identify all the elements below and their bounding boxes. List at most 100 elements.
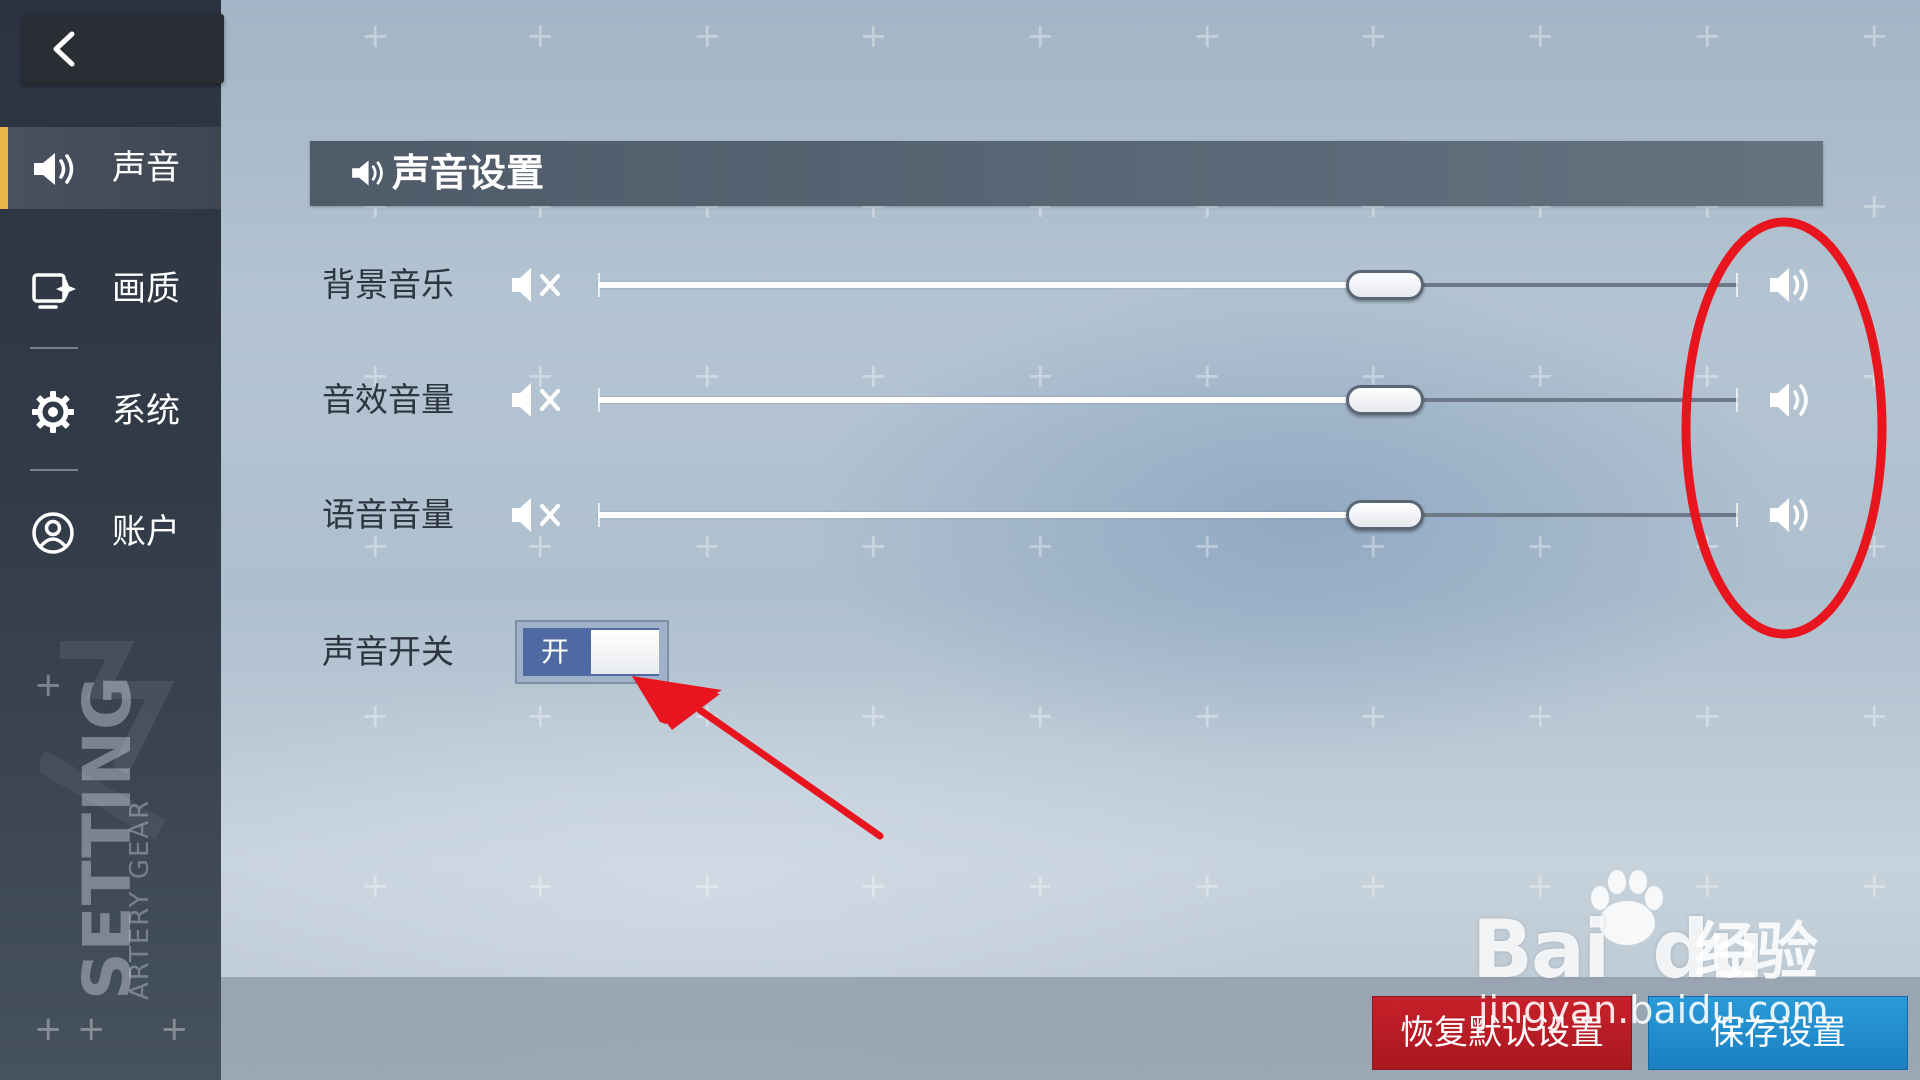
slider-track (1385, 398, 1738, 402)
decor-plus: + (361, 866, 390, 906)
decor-plus: + (1860, 356, 1889, 396)
decor-plus: + (693, 866, 722, 906)
decor-plus: + (1359, 16, 1388, 56)
slider-end-tick (1736, 388, 1738, 412)
slider-knob[interactable] (1346, 385, 1424, 415)
decor-plus: + (859, 526, 888, 566)
decor-plus: + (1359, 526, 1388, 566)
decor-plus: + (1526, 866, 1555, 906)
sidebar-divider (30, 347, 78, 349)
chevron-left-icon (53, 31, 75, 67)
slider-knob[interactable] (1346, 270, 1424, 300)
mute-icon[interactable] (510, 380, 566, 420)
decor-plus: + (1026, 696, 1055, 736)
sidebar-item-label: 账户 (112, 512, 180, 552)
sidebar-item-label: 声音 (112, 148, 180, 188)
decor-plus: + (1526, 16, 1555, 56)
slider-knob[interactable] (1346, 500, 1424, 530)
slider-end-tick (598, 273, 600, 297)
decor-plus: + (160, 1009, 189, 1049)
speaker-icon (34, 153, 74, 185)
slider-track (1385, 283, 1738, 287)
volume-slider[interactable] (598, 385, 1738, 415)
decor-plus: + (361, 16, 390, 56)
decor-plus: + (1860, 866, 1889, 906)
slider-end-tick (1736, 273, 1738, 297)
sound-toggle[interactable]: 开 (515, 620, 669, 684)
section-title: 声音设置 (392, 150, 545, 195)
mute-icon[interactable] (510, 495, 566, 535)
sidebar: 声音 画质 系统 账户 SETTING ARTERY GEAR + + + + (0, 0, 224, 1080)
decor-plus: + (1860, 526, 1889, 566)
sidebar-item-system[interactable]: 系统 (0, 370, 221, 452)
decor-plus: + (859, 866, 888, 906)
decor-plus: + (77, 1009, 106, 1049)
slider-label: 背景音乐 (322, 265, 454, 304)
decor-plus: + (1193, 866, 1222, 906)
slider-fill (598, 512, 1385, 518)
decor-plus: + (1860, 186, 1889, 226)
decor-plus: + (1693, 526, 1722, 566)
sidebar-item-account[interactable]: 账户 (0, 491, 221, 573)
decor-plus: + (1860, 696, 1889, 736)
decor-plus: + (1359, 866, 1388, 906)
sound-toggle-label: 声音开关 (322, 632, 454, 671)
volume-slider[interactable] (598, 270, 1738, 300)
slider-fill (598, 282, 1385, 288)
slider-track (1385, 513, 1738, 517)
settings-screen: + + + + + + + + + + + + + + + + + + + + + + + + + + + + + + + + + + + + + + + +… (0, 0, 1920, 1080)
sidebar-item-sound[interactable]: 声音 (0, 127, 221, 209)
watermark-brand-cn: 经验 (1694, 915, 1819, 988)
decor-plus: + (859, 696, 888, 736)
decor-plus: + (1526, 526, 1555, 566)
user-circle-icon (32, 512, 74, 554)
slider-end-tick (598, 388, 600, 412)
slider-end-tick (598, 503, 600, 527)
speaker-max-icon[interactable] (1768, 265, 1816, 305)
decor-plus: + (1526, 696, 1555, 736)
annotation-arrow-shaft (696, 706, 884, 840)
decor-plus: + (1693, 16, 1722, 56)
sidebar-item-label: 画质 (112, 269, 180, 309)
decor-plus: + (1193, 16, 1222, 56)
brand-subtext: ARTERY GEAR (125, 798, 155, 1000)
mute-icon[interactable] (510, 265, 566, 305)
sidebar-divider (30, 469, 78, 471)
speaker-icon (352, 160, 383, 186)
gear-icon (32, 391, 74, 433)
decor-plus: + (1860, 16, 1889, 56)
decor-plus: + (1693, 696, 1722, 736)
decor-plus: + (859, 16, 888, 56)
decor-plus: + (693, 16, 722, 56)
speaker-max-icon[interactable] (1768, 495, 1816, 535)
slider-label: 语音音量 (322, 495, 454, 534)
decor-plus: + (526, 866, 555, 906)
toggle-thumb (591, 630, 659, 674)
decor-plus: + (34, 665, 63, 705)
volume-slider[interactable] (598, 500, 1738, 530)
decor-plus: + (1026, 526, 1055, 566)
watermark-url: jingyan.baidu.com (1478, 988, 1829, 1032)
slider-fill (598, 397, 1385, 403)
sidebar-item-label: 系统 (112, 391, 180, 431)
sidebar-item-graphics[interactable]: 画质 (0, 248, 221, 330)
slider-end-tick (1736, 503, 1738, 527)
decor-plus: + (1693, 866, 1722, 906)
decor-plus: + (526, 696, 555, 736)
decor-plus: + (526, 16, 555, 56)
decor-plus: + (361, 696, 390, 736)
decor-plus: + (34, 1009, 63, 1049)
toggle-state-label: 开 (541, 635, 570, 668)
decor-plus: + (1193, 696, 1222, 736)
back-button[interactable] (22, 14, 224, 83)
decor-plus: + (1026, 866, 1055, 906)
watermark-brand-bai: Bai (1472, 903, 1610, 996)
section-header: 声音设置 (310, 141, 1823, 206)
decor-plus: + (693, 696, 722, 736)
decor-plus: + (693, 526, 722, 566)
slider-label: 音效音量 (322, 380, 454, 419)
decor-plus: + (1193, 526, 1222, 566)
decor-plus: + (1359, 696, 1388, 736)
speaker-max-icon[interactable] (1768, 380, 1816, 420)
decor-plus: + (1026, 16, 1055, 56)
